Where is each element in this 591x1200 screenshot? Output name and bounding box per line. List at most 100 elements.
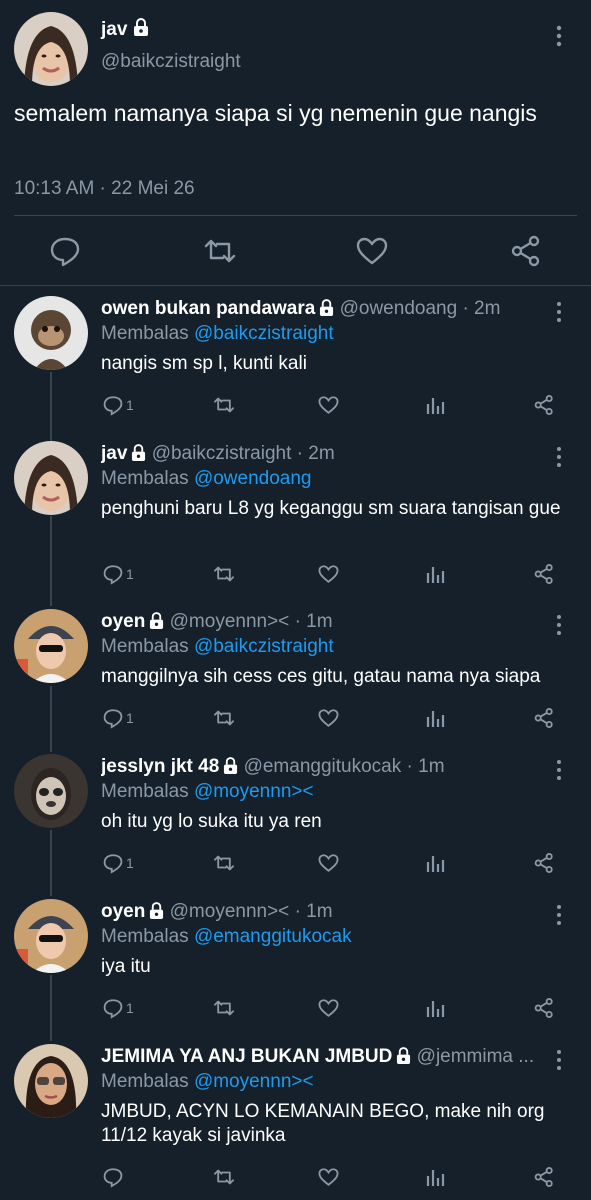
display-name[interactable]: jav (101, 443, 127, 464)
reply-icon (103, 709, 123, 729)
avatar[interactable] (14, 609, 88, 683)
reply-icon[interactable] (48, 234, 82, 268)
reply-tweet[interactable]: oyen @moyennn>< · 1m Membalas @emanggitu… (0, 889, 591, 1034)
analytics-icon[interactable] (426, 561, 446, 587)
share-icon[interactable] (533, 705, 555, 731)
reply-header: oyen @moyennn>< · 1m (101, 611, 541, 633)
reply-tweet[interactable]: JEMIMA YA ANJ BUKAN JMBUD @jemmima ... M… (0, 1034, 591, 1200)
display-name-text: jav (101, 19, 128, 40)
tweet-text: semalem namanya siapa si yg nemenin gue … (14, 100, 537, 126)
more-options-icon[interactable] (552, 445, 566, 469)
share-icon[interactable] (533, 392, 555, 418)
avatar[interactable] (14, 1044, 88, 1118)
reply-button[interactable] (102, 1164, 124, 1190)
replying-to: Membalas @moyennn>< (101, 1071, 314, 1093)
replying-prefix: Membalas (101, 468, 189, 489)
reply-actions: 1 (100, 995, 570, 1025)
avatar[interactable] (14, 12, 88, 86)
reply-actions: 1 (100, 705, 570, 735)
replying-to-link[interactable]: @baikczistraight (194, 323, 334, 344)
username[interactable]: @moyennn>< (170, 611, 290, 632)
reply-button[interactable]: 1 (102, 995, 134, 1021)
like-icon[interactable] (317, 850, 340, 876)
share-icon[interactable] (533, 561, 555, 587)
replying-to-link[interactable]: @baikczistraight (194, 636, 334, 657)
more-options-icon[interactable] (552, 24, 566, 48)
username[interactable]: @emanggitukocak (244, 756, 402, 777)
reply-text: iya itu (101, 956, 151, 977)
replying-prefix: Membalas (101, 636, 189, 657)
more-options-icon[interactable] (552, 1048, 566, 1072)
like-icon[interactable] (355, 234, 389, 268)
username[interactable]: @jemmima ... (417, 1046, 534, 1067)
reply-actions: 1 (100, 850, 570, 880)
more-options-icon[interactable] (552, 758, 566, 782)
avatar[interactable] (14, 441, 88, 515)
retweet-icon[interactable] (212, 705, 236, 731)
retweet-icon[interactable] (212, 995, 236, 1021)
share-icon[interactable] (533, 995, 555, 1021)
display-name[interactable]: JEMIMA YA ANJ BUKAN JMBUD (101, 1046, 392, 1067)
retweet-icon[interactable] (212, 561, 236, 587)
reply-time: · 1m (294, 611, 333, 632)
analytics-icon[interactable] (426, 850, 446, 876)
replying-to-link[interactable]: @emanggitukocak (194, 926, 352, 947)
retweet-icon[interactable] (203, 234, 237, 268)
retweet-icon[interactable] (212, 1164, 236, 1190)
more-options-icon[interactable] (552, 300, 566, 324)
reply-tweet[interactable]: owen bukan pandawara @owendoang · 2m Mem… (0, 286, 591, 431)
username[interactable]: @baikczistraight (152, 443, 292, 464)
reply-time: · 2m (462, 298, 501, 319)
reply-button[interactable]: 1 (102, 561, 134, 587)
tweet-timestamp[interactable]: 10:13 AM · 22 Mei 26 (14, 178, 195, 200)
display-name[interactable]: oyen (101, 611, 145, 632)
more-options-icon[interactable] (552, 613, 566, 637)
reply-icon (103, 396, 123, 416)
replying-prefix: Membalas (101, 926, 189, 947)
share-icon[interactable] (533, 850, 555, 876)
reply-button[interactable]: 1 (102, 850, 134, 876)
like-icon[interactable] (317, 995, 340, 1021)
username[interactable]: @baikczistraight (101, 51, 241, 73)
replying-prefix: Membalas (101, 1071, 189, 1092)
display-name[interactable]: jav (101, 18, 149, 41)
replying-to-link[interactable]: @owendoang (194, 468, 312, 489)
retweet-icon[interactable] (212, 392, 236, 418)
reply-text: oh itu yg lo suka itu ya ren (101, 811, 322, 832)
avatar[interactable] (14, 899, 88, 973)
lock-icon (149, 612, 164, 629)
reply-icon (103, 854, 123, 874)
analytics-icon[interactable] (426, 995, 446, 1021)
display-name[interactable]: owen bukan pandawara (101, 298, 315, 319)
like-icon[interactable] (317, 1164, 340, 1190)
reply-text: nangis sm sp l, kunti kali (101, 353, 307, 374)
username[interactable]: @owendoang (340, 298, 458, 319)
avatar[interactable] (14, 296, 88, 370)
replying-to-link[interactable]: @moyennn>< (194, 1071, 314, 1092)
like-icon[interactable] (317, 561, 340, 587)
retweet-icon[interactable] (212, 850, 236, 876)
reply-text: manggilnya sih cess ces gitu, gatau nama… (101, 666, 541, 687)
like-icon[interactable] (317, 705, 340, 731)
reply-tweet[interactable]: oyen @moyennn>< · 1m Membalas @baikczist… (0, 599, 591, 744)
analytics-icon[interactable] (426, 1164, 446, 1190)
reply-tweet[interactable]: jav @baikczistraight · 2m Membalas @owen… (0, 431, 591, 601)
username[interactable]: @moyennn>< (170, 901, 290, 922)
display-name[interactable]: oyen (101, 901, 145, 922)
lock-icon (131, 444, 146, 461)
more-options-icon[interactable] (552, 903, 566, 927)
display-name[interactable]: jesslyn jkt 48 (101, 756, 219, 777)
analytics-icon[interactable] (426, 392, 446, 418)
share-icon[interactable] (533, 1164, 555, 1190)
lock-icon (149, 902, 164, 919)
reply-actions (100, 1164, 570, 1194)
reply-button[interactable]: 1 (102, 705, 134, 731)
avatar[interactable] (14, 754, 88, 828)
analytics-icon[interactable] (426, 705, 446, 731)
replying-to: Membalas @baikczistraight (101, 323, 334, 345)
share-icon[interactable] (509, 234, 543, 268)
reply-button[interactable]: 1 (102, 392, 134, 418)
like-icon[interactable] (317, 392, 340, 418)
reply-tweet[interactable]: jesslyn jkt 48 @emanggitukocak · 1m Memb… (0, 744, 591, 889)
replying-to-link[interactable]: @moyennn>< (194, 781, 314, 802)
